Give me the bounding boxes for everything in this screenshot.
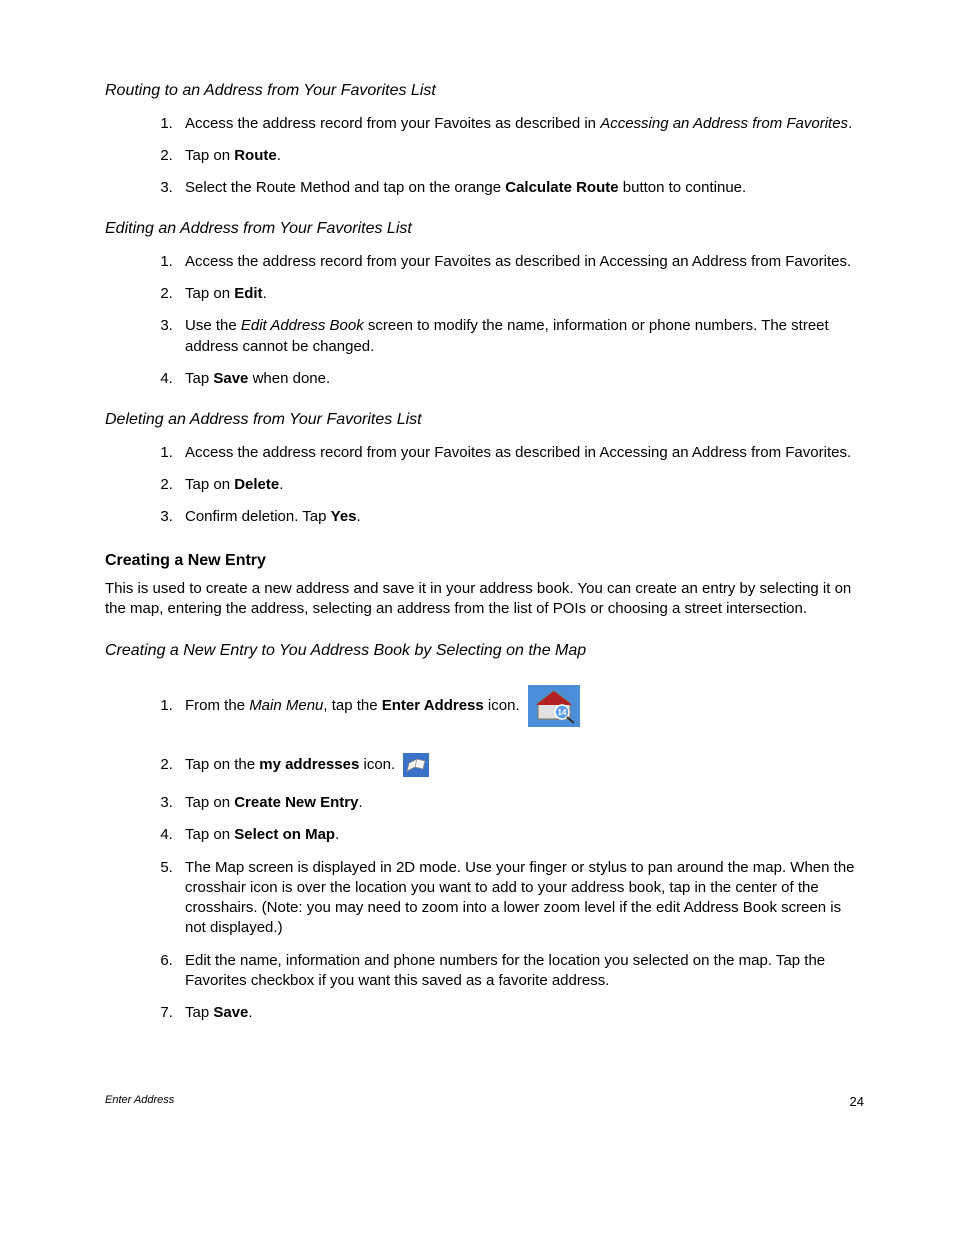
page-number: 24 — [850, 1093, 864, 1111]
list-item: Access the address record from your Favo… — [177, 114, 864, 134]
section-title-creating: Creating a New Entry — [105, 550, 864, 572]
text-bold: Save — [213, 1004, 248, 1021]
text: From the — [185, 697, 249, 714]
list-deleting: Access the address record from your Favo… — [105, 443, 864, 528]
list-item: Tap on the my addresses icon. — [177, 753, 864, 777]
text-bold: Save — [213, 370, 248, 387]
text: . — [848, 115, 852, 132]
text: . — [279, 476, 283, 493]
list-item: Use the Edit Address Book screen to modi… — [177, 316, 864, 357]
enter-address-icon: 14 — [528, 685, 580, 727]
list-editing: Access the address record from your Favo… — [105, 252, 864, 389]
section-title-creating-map: Creating a New Entry to You Address Book… — [105, 640, 864, 662]
list-item: The Map screen is displayed in 2D mode. … — [177, 858, 864, 939]
text: Select the Route Method and tap on the o… — [185, 179, 505, 196]
text: button to continue. — [619, 179, 747, 196]
text: Tap on — [185, 826, 234, 843]
section-title-editing: Editing an Address from Your Favorites L… — [105, 218, 864, 240]
text: , tap the — [323, 697, 381, 714]
text-italic: Edit Address Book — [241, 317, 364, 334]
list-creating-map: From the Main Menu, tap the Enter Addres… — [105, 685, 864, 1023]
paragraph: This is used to create a new address and… — [105, 579, 864, 620]
text-bold: Route — [234, 147, 277, 164]
text-bold: Calculate Route — [505, 179, 618, 196]
list-item: Select the Route Method and tap on the o… — [177, 178, 864, 198]
text: Tap on the — [185, 756, 259, 773]
list-item: Tap on Select on Map. — [177, 825, 864, 845]
text: Access the address record from your Favo… — [185, 115, 600, 132]
text: Use the — [185, 317, 241, 334]
text: icon. — [359, 756, 395, 773]
text: Tap — [185, 1004, 213, 1021]
text: Tap on — [185, 285, 234, 302]
text-bold: my addresses — [259, 756, 359, 773]
text: Tap on — [185, 147, 234, 164]
svg-text:14: 14 — [557, 708, 566, 717]
text-italic: Main Menu — [249, 697, 323, 714]
list-item: Confirm deletion. Tap Yes. — [177, 507, 864, 527]
section-title-deleting: Deleting an Address from Your Favorites … — [105, 409, 864, 431]
text: when done. — [248, 370, 330, 387]
list-item: Edit the name, information and phone num… — [177, 951, 864, 992]
list-item: Tap on Delete. — [177, 475, 864, 495]
list-item: Tap on Route. — [177, 146, 864, 166]
text: . — [335, 826, 339, 843]
text-bold: Delete — [234, 476, 279, 493]
list-item: Tap Save when done. — [177, 369, 864, 389]
section-title-routing: Routing to an Address from Your Favorite… — [105, 80, 864, 102]
text: . — [357, 508, 361, 525]
text-bold: Enter Address — [382, 697, 484, 714]
list-item: Access the address record from your Favo… — [177, 252, 864, 272]
list-item: Tap on Create New Entry. — [177, 793, 864, 813]
text-bold: Create New Entry — [234, 794, 358, 811]
text: . — [248, 1004, 252, 1021]
text-bold: Edit — [234, 285, 262, 302]
text: Confirm deletion. Tap — [185, 508, 331, 525]
list-item: From the Main Menu, tap the Enter Addres… — [177, 685, 864, 727]
text: Tap on — [185, 476, 234, 493]
page-footer: Enter Address 24 — [105, 1093, 864, 1111]
text-bold: Select on Map — [234, 826, 335, 843]
list-item: Tap Save. — [177, 1003, 864, 1023]
text-bold: Yes — [331, 508, 357, 525]
text: icon. — [484, 697, 520, 714]
list-item: Access the address record from your Favo… — [177, 443, 864, 463]
footer-section: Enter Address — [105, 1093, 174, 1111]
my-addresses-icon — [403, 753, 429, 777]
text: . — [277, 147, 281, 164]
text: Tap on — [185, 794, 234, 811]
text: . — [263, 285, 267, 302]
text: Tap — [185, 370, 213, 387]
list-item: Tap on Edit. — [177, 284, 864, 304]
text-italic: Accessing an Address from Favorites — [600, 115, 848, 132]
list-routing: Access the address record from your Favo… — [105, 114, 864, 199]
text: . — [358, 794, 362, 811]
